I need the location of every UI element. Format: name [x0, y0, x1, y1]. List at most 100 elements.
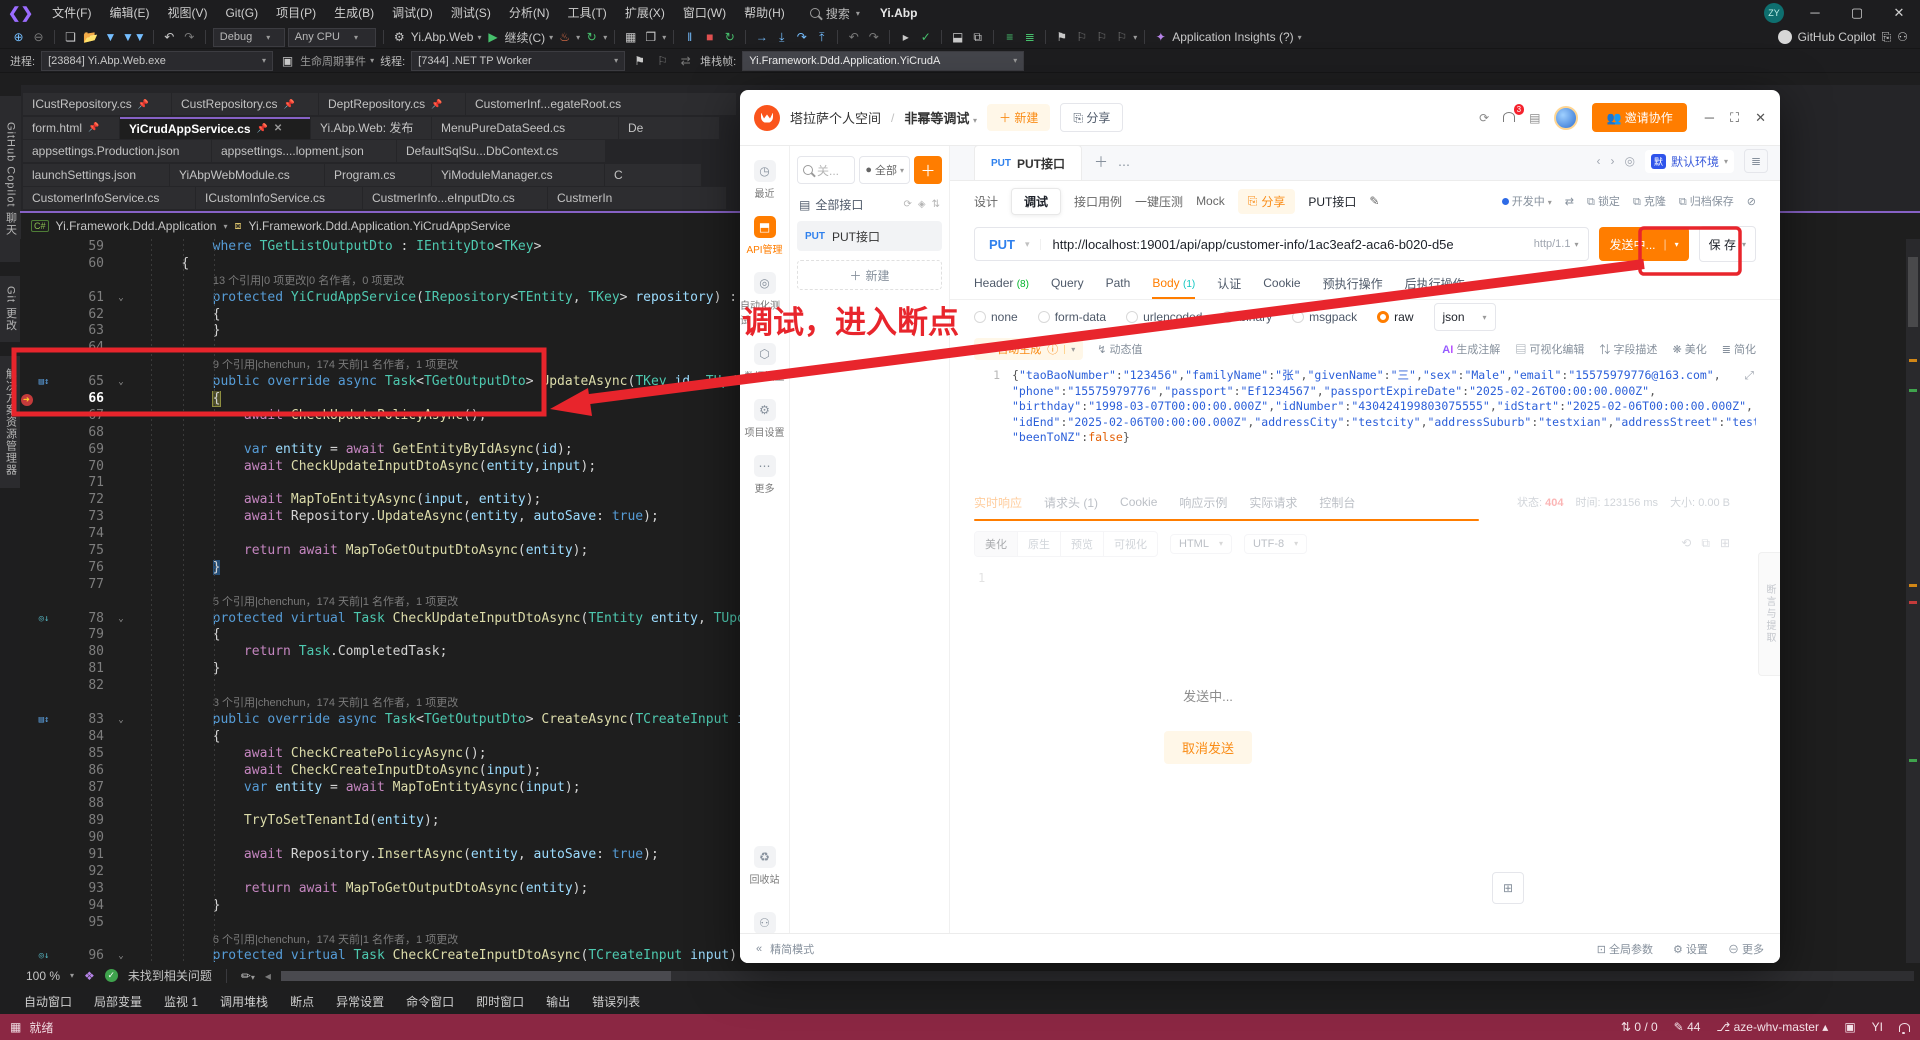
rail-item-最近[interactable]: ◷ 最近 — [753, 160, 776, 200]
panel-tab-命令窗口[interactable]: 命令窗口 — [406, 993, 454, 1010]
breakpoint-margin[interactable] — [20, 509, 36, 526]
breakpoint-margin[interactable] — [20, 830, 36, 847]
project-name[interactable]: 非幂等调试 ▾ — [904, 108, 977, 127]
breakpoint-margin[interactable] — [20, 594, 36, 611]
tool-tab-解决方案资源管理器[interactable]: 解决方案资源管理器 — [0, 356, 21, 488]
doc-tab-appsettings....lopment.json[interactable]: appsettings....lopment.json — [212, 140, 396, 163]
breakpoint-margin[interactable] — [20, 881, 36, 898]
breakpoint-margin[interactable] — [20, 611, 36, 628]
add-api-button[interactable]: ＋ — [914, 156, 942, 184]
expand-editor-icon[interactable]: ⤢ — [1745, 368, 1754, 384]
doc-tab-YiAbpWebModule.cs[interactable]: YiAbpWebModule.cs — [170, 163, 324, 186]
dynamic-value-button[interactable]: ↯ 动态值 — [1097, 341, 1142, 357]
new-button[interactable]: ＋ 新建 — [987, 104, 1051, 131]
breakpoint-margin[interactable] — [20, 746, 36, 763]
param-tab-预执行操作[interactable]: 预执行操作 — [1323, 267, 1383, 300]
notifications-icon[interactable]: 3 — [1503, 103, 1525, 125]
panel-tab-异常设置[interactable]: 异常设置 — [336, 993, 384, 1010]
breakpoint-margin[interactable] — [20, 729, 36, 746]
more-button[interactable]: ⊖ 更多 — [1728, 941, 1764, 957]
link-frames-icon[interactable]: ⇄ — [677, 54, 694, 68]
api-search-input[interactable]: 关... — [797, 156, 856, 184]
breakpoint-margin[interactable] — [20, 695, 36, 712]
sort-icon[interactable]: ⇅ — [932, 199, 940, 210]
doc-tab-YiCrudAppService.cs[interactable]: YiCrudAppService.cs 📌 ✕ — [120, 116, 310, 139]
viewer-mode-原生[interactable]: 原生 — [1018, 531, 1061, 556]
body-type-form-data[interactable]: form-data — [1037, 310, 1106, 324]
breakpoint-margin[interactable] — [20, 712, 36, 729]
restart-app-icon[interactable]: ↻ — [721, 30, 738, 44]
doc-tab-CustmerInfo...eInputDto.cs[interactable]: CustmerInfo...eInputDto.cs — [363, 187, 547, 210]
breakpoint-margin[interactable] — [20, 780, 36, 797]
ai-annotate-button[interactable]: AI 生成注解 — [1442, 341, 1500, 357]
url-input[interactable]: http://localhost:19001/api/app/customer-… — [1041, 237, 1534, 252]
bookmark-icon[interactable]: ⚑ — [1053, 30, 1070, 44]
fold-arrow[interactable]: ⌄ — [108, 948, 134, 963]
breakpoint-margin[interactable] — [20, 560, 36, 577]
flag-icon[interactable]: ⚑ — [631, 54, 648, 68]
breakpoint-margin[interactable] — [20, 577, 36, 594]
body-type-msgpack[interactable]: msgpack — [1292, 310, 1357, 324]
param-tab-认证[interactable]: 认证 — [1217, 267, 1241, 300]
param-tab-Query[interactable]: Query — [1051, 268, 1084, 298]
github-copilot-status[interactable]: GitHub Copilot ⎘ ⚇ — [1777, 30, 1920, 45]
breakpoint-margin[interactable] — [20, 492, 36, 509]
new-file-icon[interactable]: ❏ — [62, 30, 79, 44]
menu-生成(B)[interactable]: 生成(B) — [325, 6, 383, 20]
spellcheck-icon[interactable]: ✓ — [917, 30, 934, 44]
json-text[interactable]: "phone":"15575979776","passport":"Ef1234… — [1012, 384, 1656, 400]
user-avatar[interactable] — [1554, 105, 1579, 130]
doc-tab-De[interactable]: De — [619, 116, 719, 139]
collapse-icon[interactable]: « — [756, 943, 762, 955]
vs-avatar[interactable]: ZY — [1764, 3, 1784, 23]
debug-config-select[interactable]: Debug ▾ — [212, 27, 285, 47]
copy-icon[interactable]: ⧉ — [1701, 536, 1710, 551]
doc-tab-active[interactable]: PUT PUT接口 — [974, 145, 1083, 180]
doc-tab-CustomerInfoService.cs[interactable]: CustomerInfoService.cs — [23, 187, 195, 210]
breakpoint-margin[interactable] — [20, 425, 36, 442]
breakpoint-margin[interactable] — [20, 340, 36, 357]
breakpoint-margin[interactable] — [20, 357, 36, 374]
encoding-select[interactable]: UTF-8 ▾ — [1243, 533, 1308, 554]
json-text[interactable]: {"taoBaoNumber":"123456","familyName":"张… — [1012, 368, 1721, 384]
doc-tab-appsettings.Production.json[interactable]: appsettings.Production.json — [23, 140, 211, 163]
viewer-mode-美化[interactable]: 美化 — [975, 531, 1018, 556]
doc-tab-DeptRepository.cs[interactable]: DeptRepository.cs 📌 — [319, 93, 465, 115]
fold-arrow[interactable]: ⌄ — [108, 611, 134, 628]
cursor-icon[interactable]: ▸ — [897, 30, 914, 44]
compact-mode-button[interactable]: 精简模式 — [770, 941, 814, 957]
restart-icon[interactable]: ↻ — [583, 30, 600, 44]
breakpoint-margin[interactable] — [20, 323, 36, 340]
breakpoint-margin[interactable] — [20, 543, 36, 560]
right-drawer-tab[interactable]: 断言与提取 — [1758, 552, 1780, 676]
step-into-icon[interactable]: ⤓ — [773, 30, 790, 45]
panel-tab-即时窗口[interactable]: 即时窗口 — [476, 993, 524, 1010]
environment-select[interactable]: 默 默认环境 ▾ — [1644, 149, 1734, 173]
thread-select[interactable]: [7344] .NET TP Worker ▾ — [411, 50, 626, 71]
pending-edits[interactable]: ✎ 44 — [1674, 1020, 1701, 1034]
breakpoint-margin[interactable] — [20, 627, 36, 644]
viewer-mode-可视化[interactable]: 可视化 — [1104, 532, 1157, 556]
lifecycle-events-button[interactable]: ▣ 生命周期事件 ▾ — [279, 53, 374, 69]
breakpoint-margin[interactable] — [20, 932, 36, 949]
fold-arrow[interactable]: ⌄ — [108, 712, 134, 729]
breakpoint-margin[interactable] — [20, 408, 36, 425]
scrollbar-thumb[interactable] — [1908, 257, 1918, 327]
panel-tab-监视 1[interactable]: 监视 1 — [164, 993, 198, 1010]
body-type-none[interactable]: none — [974, 310, 1018, 324]
browse-icon[interactable]: ▦ — [622, 30, 639, 44]
nav-forward-icon[interactable]: › — [1610, 154, 1614, 168]
wrap-icon[interactable]: ⟲ — [1681, 536, 1691, 551]
breakpoint-margin[interactable] — [20, 898, 36, 915]
simplify-button[interactable]: ≣ 简化 — [1722, 341, 1756, 357]
save-icon[interactable]: ▼ — [102, 30, 119, 44]
vs-minimize-button[interactable]: ─ — [1794, 0, 1836, 26]
nav-redo-icon[interactable]: ↷ — [865, 30, 882, 44]
breakpoint-margin[interactable] — [20, 864, 36, 881]
pin-icon[interactable]: 📌 — [257, 123, 268, 134]
step-out-icon[interactable]: ⤒ — [813, 30, 830, 45]
insights-bulb-icon[interactable]: ✦ — [1152, 30, 1169, 44]
cancel-send-button[interactable]: 取消发送 — [1163, 731, 1252, 764]
pin-icon[interactable]: 📌 — [283, 99, 294, 110]
doc-tab-launchSettings.json[interactable]: launchSettings.json — [23, 163, 169, 186]
